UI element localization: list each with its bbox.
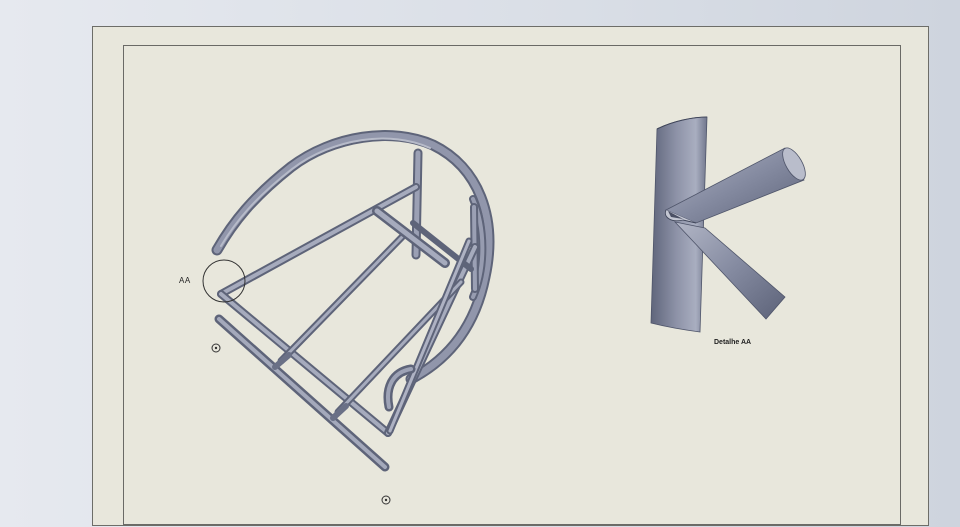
center-mark-icon (381, 495, 391, 505)
detail-view-aa[interactable] (650, 116, 810, 333)
detail-view-caption: Detalhe AA (714, 339, 752, 346)
backrest-arc-tube (211, 130, 495, 385)
drawing-sheet: AA Detalhe AA (92, 26, 929, 526)
detail-circle-label: AA (179, 276, 191, 285)
center-mark-icon (211, 343, 221, 353)
tube-frame (211, 130, 495, 472)
isometric-chair-frame-view[interactable] (93, 27, 930, 527)
